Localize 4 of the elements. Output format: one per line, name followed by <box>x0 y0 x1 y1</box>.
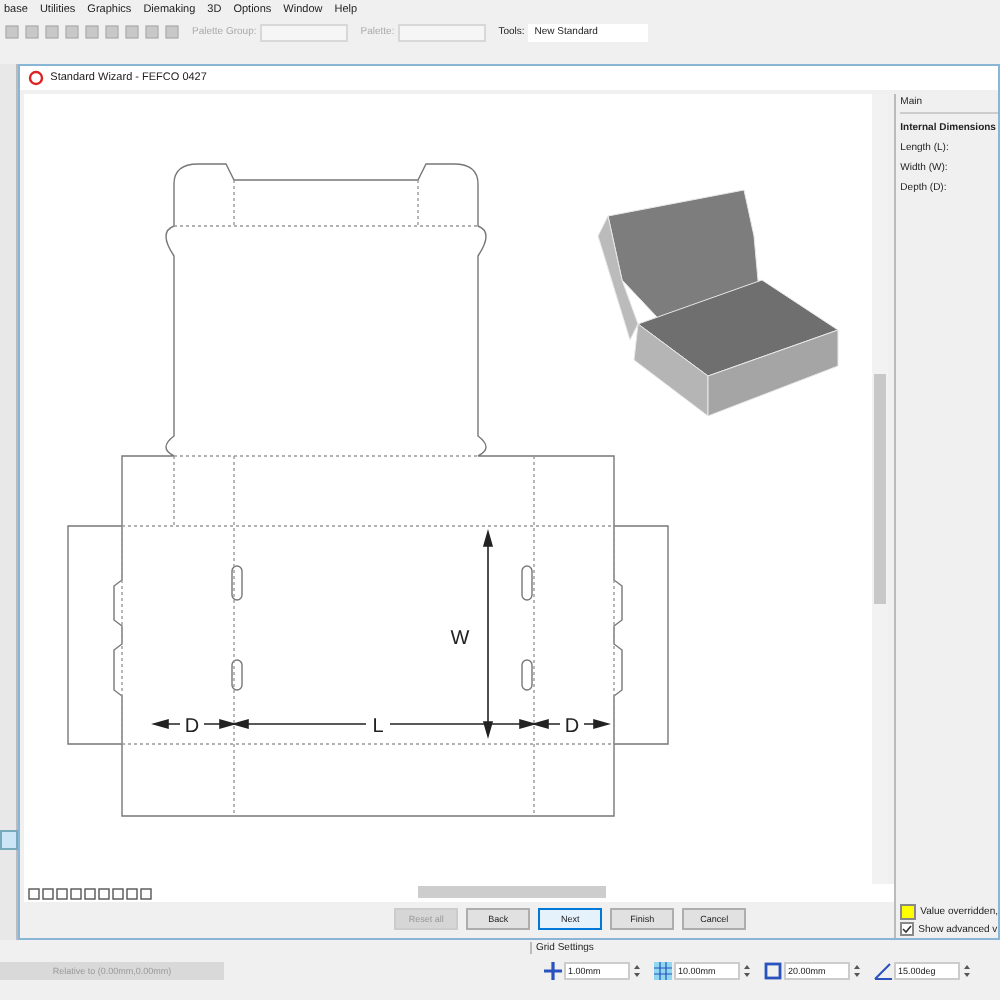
dimension-label: D <box>185 716 200 738</box>
dimension-label: L <box>372 716 384 738</box>
dimension-label: D <box>565 716 580 738</box>
dimension-label: W <box>450 628 470 650</box>
